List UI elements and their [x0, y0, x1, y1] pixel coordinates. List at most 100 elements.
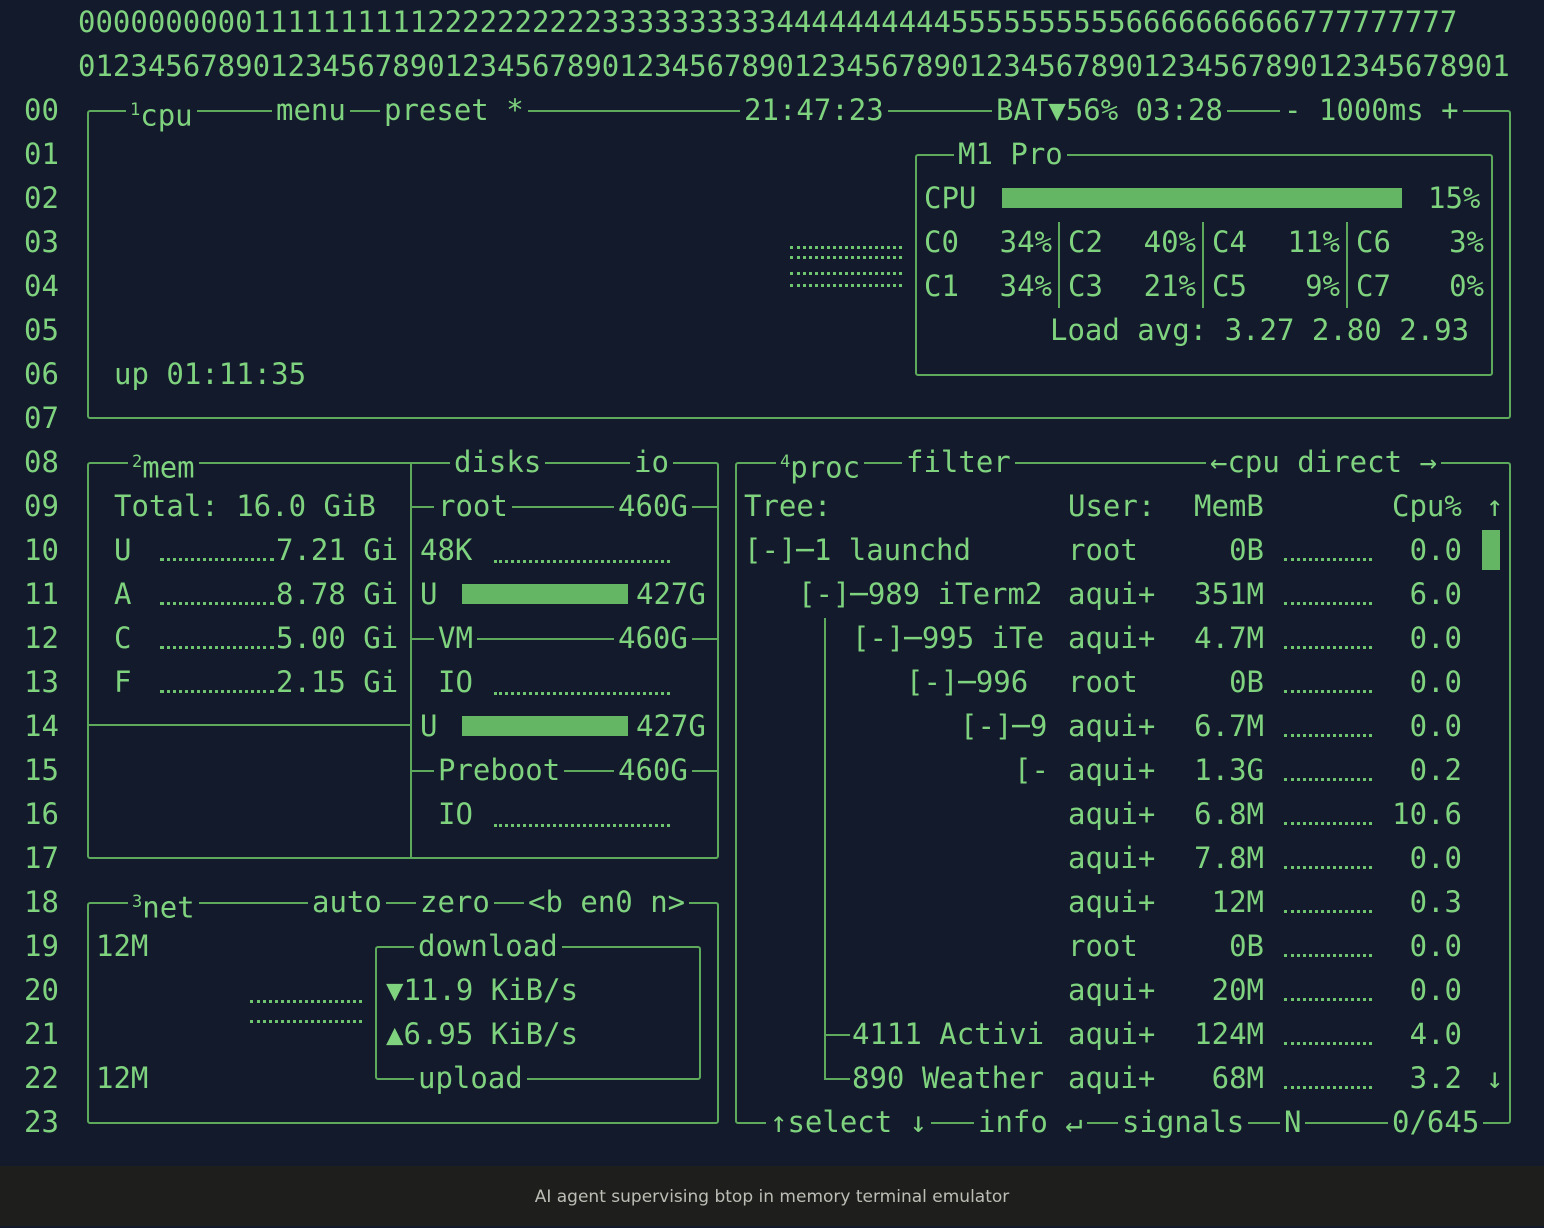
disk-vm-used: 427G [636, 709, 706, 743]
process-cpu: 10.6 [1392, 797, 1462, 831]
process-cpu: 3.2 [1409, 1061, 1462, 1095]
scroll-down-icon[interactable]: ↓ [1486, 1056, 1503, 1100]
process-cpu-graph [1284, 778, 1372, 781]
upload-title: upload [414, 1056, 527, 1100]
core-percent: 34% [999, 269, 1052, 303]
net-interface-selector[interactable]: <b en0 n> [524, 880, 690, 924]
row-number: 22 [24, 1061, 59, 1095]
menu-button[interactable]: menu [272, 88, 350, 132]
download-row: ▼11.9 KiB/s [386, 968, 578, 1012]
core-name: C1 [924, 269, 959, 303]
proc-tab-number: 4 [780, 452, 791, 472]
mem-tab-number: 2 [132, 452, 143, 472]
scrollbar-thumb[interactable] [1482, 530, 1500, 570]
disk-root-io-graph [494, 560, 670, 563]
load-average: Load avg: 3.27 2.80 2.93 [1050, 313, 1470, 347]
mem-row-graph [160, 558, 274, 561]
process-cpu: 0.0 [1409, 665, 1462, 699]
mem-tab[interactable]: 2mem [128, 440, 199, 485]
process-name: [-]─996 [906, 665, 1029, 699]
signals-hint[interactable]: signals [1118, 1100, 1249, 1144]
process-row[interactable]: [- aqui+ 1.3G 0.2 [744, 748, 1484, 792]
process-row[interactable]: aqui+ 7.8M 0.0 [744, 836, 1484, 880]
process-row[interactable]: aqui+ 6.8M 10.6 [744, 792, 1484, 836]
process-row[interactable]: [-]─989 iTerm2 aqui+ 351M 6.0 [744, 572, 1484, 616]
row-number: 02 [24, 181, 59, 215]
mem-row-value: 2.15 Gi [276, 665, 399, 699]
process-cpu-graph [1284, 690, 1372, 693]
process-cpu-graph [1284, 558, 1372, 561]
process-row[interactable]: 890 Weather aqui+ 68M 3.2 [744, 1056, 1484, 1100]
process-mem: 6.8M [1194, 797, 1264, 831]
net-graph-trace [250, 1020, 362, 1023]
upload-rate: 6.95 KiB/s [403, 1017, 579, 1051]
process-cpu-graph [1284, 602, 1372, 605]
process-count: 0/645 [1388, 1100, 1484, 1144]
disk-root-used: 427G [636, 577, 706, 611]
process-row[interactable]: [-]─9 aqui+ 6.7M 0.0 [744, 704, 1484, 748]
mem-row-key: C [114, 621, 132, 655]
row-number: 01 [24, 137, 59, 171]
process-mem: 0B [1229, 665, 1264, 699]
process-cpu: 0.0 [1409, 929, 1462, 963]
process-row[interactable]: [-]─1 launchd root 0B 0.0 [744, 528, 1484, 572]
process-mem: 351M [1194, 577, 1264, 611]
process-cpu: 0.3 [1409, 885, 1462, 919]
row-number: 06 [24, 357, 59, 391]
disk-vm-used-bar [462, 716, 628, 736]
column-header-tree[interactable]: Tree: [744, 484, 831, 528]
row-number: 15 [24, 753, 59, 787]
scroll-up-icon[interactable]: ↑ [1486, 484, 1503, 528]
process-row[interactable]: [-]─995 iTe aqui+ 4.7M 0.0 [744, 616, 1484, 660]
process-row[interactable]: aqui+ 12M 0.3 [744, 880, 1484, 924]
uptime: up 01:11:35 [114, 357, 307, 391]
process-cpu: 0.0 [1409, 533, 1462, 567]
info-hint[interactable]: info ↵ [974, 1100, 1087, 1144]
row-number: 05 [24, 313, 59, 347]
process-user: aqui+ [1068, 1017, 1156, 1051]
row-number: 11 [24, 577, 59, 611]
select-hint[interactable]: ↑select ↓ [766, 1100, 932, 1144]
cpu-tab-label: cpu [140, 98, 193, 133]
net-zero-button[interactable]: zero [416, 880, 494, 924]
terminal-screen: 0000000000111111111122222222223333333333… [0, 0, 1544, 1166]
cpu-graph-trace [790, 284, 902, 287]
nice-hint[interactable]: N [1280, 1100, 1306, 1144]
column-header-cpu[interactable]: Cpu% [1392, 484, 1462, 528]
row-number: 12 [24, 621, 59, 655]
column-header-mem[interactable]: MemB [1194, 484, 1264, 528]
mem-row-key: U [114, 533, 132, 567]
proc-tab[interactable]: 4proc [776, 440, 865, 485]
download-arrow-icon: ▼ [386, 973, 404, 1007]
process-row[interactable]: aqui+ 20M 0.0 [744, 968, 1484, 1012]
row-number: 17 [24, 841, 59, 875]
net-tab[interactable]: 3net [128, 880, 199, 925]
clock: 21:47:23 [740, 88, 888, 132]
process-mem: 20M [1211, 973, 1264, 1007]
process-name: [-]─989 iTerm2 [798, 577, 1043, 611]
process-row[interactable]: 4111 Activi aqui+ 124M 4.0 [744, 1012, 1484, 1056]
mem-row-key: A [114, 577, 132, 611]
process-name: [-]─9 [960, 709, 1048, 743]
upload-row: ▲6.95 KiB/s [386, 1012, 578, 1056]
column-header-user[interactable]: User: [1068, 484, 1155, 528]
process-mem: 4.7M [1194, 621, 1264, 655]
mem-row-graph [160, 690, 274, 693]
process-row[interactable]: [-]─996 root 0B 0.0 [744, 660, 1484, 704]
proc-sort-selector[interactable]: ←cpu direct → [1206, 440, 1441, 484]
io-toggle[interactable]: io [630, 440, 673, 484]
core-name: C3 [1068, 269, 1103, 303]
net-auto-toggle[interactable]: auto [308, 880, 386, 924]
process-cpu: 0.0 [1409, 973, 1462, 1007]
preset-button[interactable]: preset * [380, 88, 528, 132]
cpu-tab[interactable]: 1cpu [126, 88, 197, 133]
cpu-graph-trace [790, 256, 902, 259]
process-cpu-graph [1284, 734, 1372, 737]
process-user: root [1068, 929, 1138, 963]
row-number: 16 [24, 797, 59, 831]
process-mem: 0B [1229, 929, 1264, 963]
proc-filter-button[interactable]: filter [902, 440, 1015, 484]
cpu-graph-trace [790, 272, 902, 275]
process-row[interactable]: root 0B 0.0 [744, 924, 1484, 968]
update-interval-control[interactable]: - 1000ms + [1280, 88, 1463, 132]
